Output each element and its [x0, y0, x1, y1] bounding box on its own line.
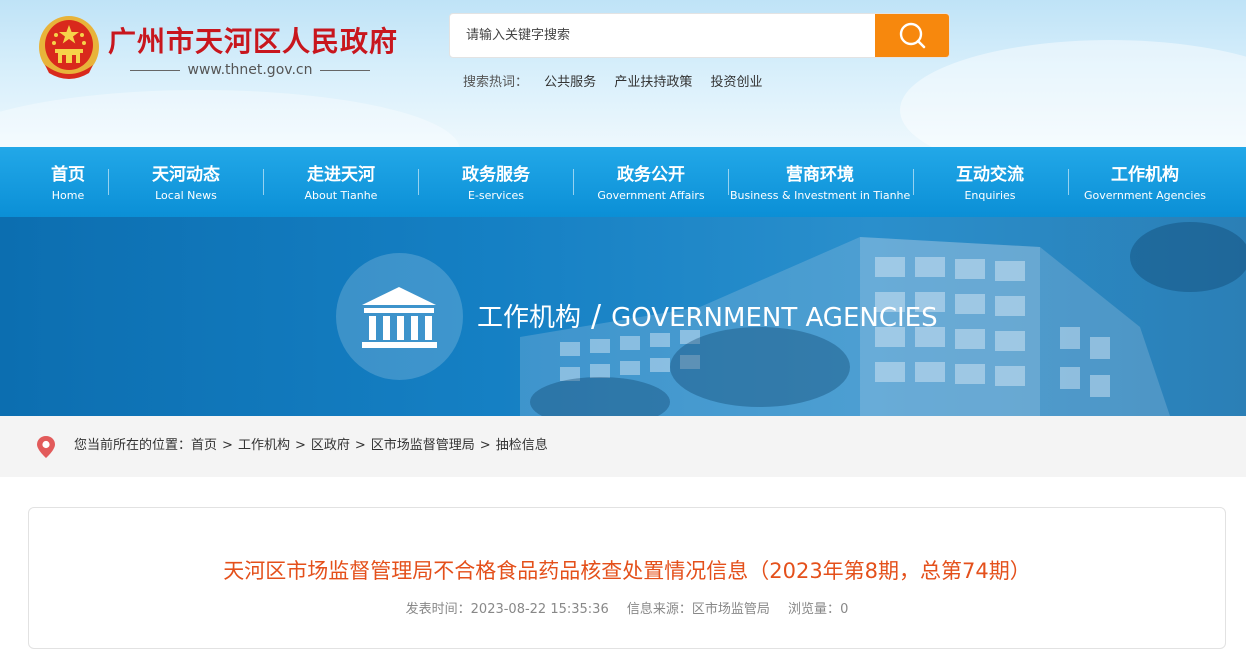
- nav-item-label: 首页: [51, 165, 85, 185]
- hot-search-words: 搜索热词： 公共服务 产业扶持政策 投资创业: [463, 73, 776, 93]
- breadcrumb-separator: >: [222, 438, 233, 453]
- domain-divider: [130, 70, 180, 71]
- breadcrumb-separator: >: [294, 438, 306, 453]
- nav-item-local-news[interactable]: 天河动态 Local News: [110, 147, 262, 217]
- nav-item-agencies[interactable]: 工作机构 Government Agencies: [1070, 147, 1220, 217]
- hot-search-label: 搜索热词：: [463, 75, 529, 90]
- location-pin-icon: [37, 436, 55, 458]
- nav-item-e-services[interactable]: 政务服务 E-services: [420, 147, 572, 217]
- section-banner: 工作机构 / GOVERNMENT AGENCIES: [0, 217, 1246, 416]
- banner-title-en: GOVERNMENT AGENCIES: [611, 303, 938, 333]
- search-box: [449, 13, 950, 58]
- header-cloud-decoration: [0, 90, 460, 147]
- nav-divider: [728, 169, 729, 195]
- magnifier-icon: [899, 22, 926, 49]
- nav-item-business[interactable]: 营商环境 Business & Investment in Tianhe: [730, 147, 910, 217]
- site-domain-text: www.thnet.gov.cn: [187, 62, 313, 78]
- government-building-icon: [362, 287, 437, 348]
- main-nav: 首页 Home 天河动态 Local News 走进天河 About Tianh…: [0, 147, 1246, 217]
- nav-item-sublabel: Home: [51, 189, 85, 202]
- article-meta: 发表时间：2023-08-22 15:35:36 信息来源：区市场监管局 浏览量…: [29, 600, 1225, 620]
- hot-word-link[interactable]: 公共服务: [544, 75, 596, 90]
- nav-item-sublabel: Government Agencies: [1084, 189, 1206, 202]
- site-domain: www.thnet.gov.cn: [130, 60, 370, 80]
- breadcrumb-prefix: 您当前所在的位置：: [74, 438, 192, 453]
- nav-divider: [263, 169, 264, 195]
- article-card: 天河区市场监督管理局不合格食品药品核查处置情况信息（2023年第8期，总第74期…: [28, 507, 1226, 649]
- nav-divider: [1068, 169, 1069, 195]
- banner-title-zh: 工作机构: [477, 303, 582, 333]
- nav-item-sublabel: Government Affairs: [597, 189, 705, 202]
- nav-divider: [573, 169, 574, 195]
- nav-item-sublabel: Local News: [155, 189, 217, 202]
- site-header: 广州市天河区人民政府 www.thnet.gov.cn 搜索热词： 公共服务 产…: [0, 0, 1246, 147]
- breadcrumb-bar: 您当前所在的位置：首页 > 工作机构 > 区政府 > 区市场监督管理局 > 抽检信息: [0, 416, 1246, 477]
- hot-word-link[interactable]: 产业扶持政策: [614, 75, 692, 90]
- site-title[interactable]: 广州市天河区人民政府: [108, 24, 398, 60]
- breadcrumb: 您当前所在的位置：首页 > 工作机构 > 区政府 > 区市场监督管理局 > 抽检信息: [74, 436, 548, 456]
- breadcrumb-item[interactable]: 工作机构: [238, 438, 290, 453]
- nav-divider: [913, 169, 914, 195]
- views-label: 浏览量：: [788, 602, 841, 617]
- nav-item-sublabel: Business & Investment in Tianhe: [730, 189, 911, 202]
- nav-item-label: 政务公开: [617, 165, 685, 185]
- nav-divider: [418, 169, 419, 195]
- search-input[interactable]: [450, 14, 870, 57]
- hot-word-link[interactable]: 投资创业: [710, 75, 762, 90]
- article-source: 区市场监管局: [691, 602, 770, 617]
- banner-title-separator: /: [591, 299, 602, 334]
- breadcrumb-separator: >: [479, 438, 491, 453]
- banner-title: 工作机构 / GOVERNMENT AGENCIES: [477, 299, 938, 336]
- breadcrumb-item[interactable]: 抽检信息: [496, 438, 548, 453]
- breadcrumb-separator: >: [354, 438, 366, 453]
- nav-item-sublabel: About Tianhe: [304, 189, 378, 202]
- publish-time: 2023-08-22 15:35:36: [470, 602, 609, 617]
- publish-time-label: 发表时间：: [405, 602, 471, 617]
- breadcrumb-item[interactable]: 区市场监督管理局: [371, 438, 475, 453]
- nav-item-label: 工作机构: [1111, 165, 1179, 185]
- nav-item-label: 天河动态: [152, 165, 220, 185]
- nav-item-sublabel: E-services: [467, 189, 525, 202]
- nav-item-label: 走进天河: [307, 165, 375, 185]
- source-label: 信息来源：: [626, 602, 692, 617]
- nav-item-label: 营商环境: [786, 165, 854, 185]
- nav-divider: [108, 169, 109, 195]
- view-count: 0: [840, 602, 849, 617]
- national-emblem-icon[interactable]: [37, 13, 101, 81]
- nav-item-enquiries[interactable]: 互动交流 Enquiries: [915, 147, 1065, 217]
- nav-item-home[interactable]: 首页 Home: [28, 147, 108, 217]
- breadcrumb-item[interactable]: 区政府: [311, 438, 350, 453]
- nav-item-sublabel: Enquiries: [964, 189, 1016, 202]
- nav-item-label: 政务服务: [462, 165, 530, 185]
- search-button[interactable]: [875, 14, 949, 57]
- domain-divider: [320, 70, 370, 71]
- article-title: 天河区市场监督管理局不合格食品药品核查处置情况信息（2023年第8期，总第74期…: [223, 559, 1031, 583]
- nav-item-government-affairs[interactable]: 政务公开 Government Affairs: [575, 147, 727, 217]
- banner-icon-circle: [336, 253, 463, 380]
- nav-item-label: 互动交流: [956, 165, 1024, 185]
- nav-item-about[interactable]: 走进天河 About Tianhe: [265, 147, 417, 217]
- breadcrumb-item[interactable]: 首页: [191, 438, 217, 453]
- header-cloud-decoration: [900, 40, 1246, 147]
